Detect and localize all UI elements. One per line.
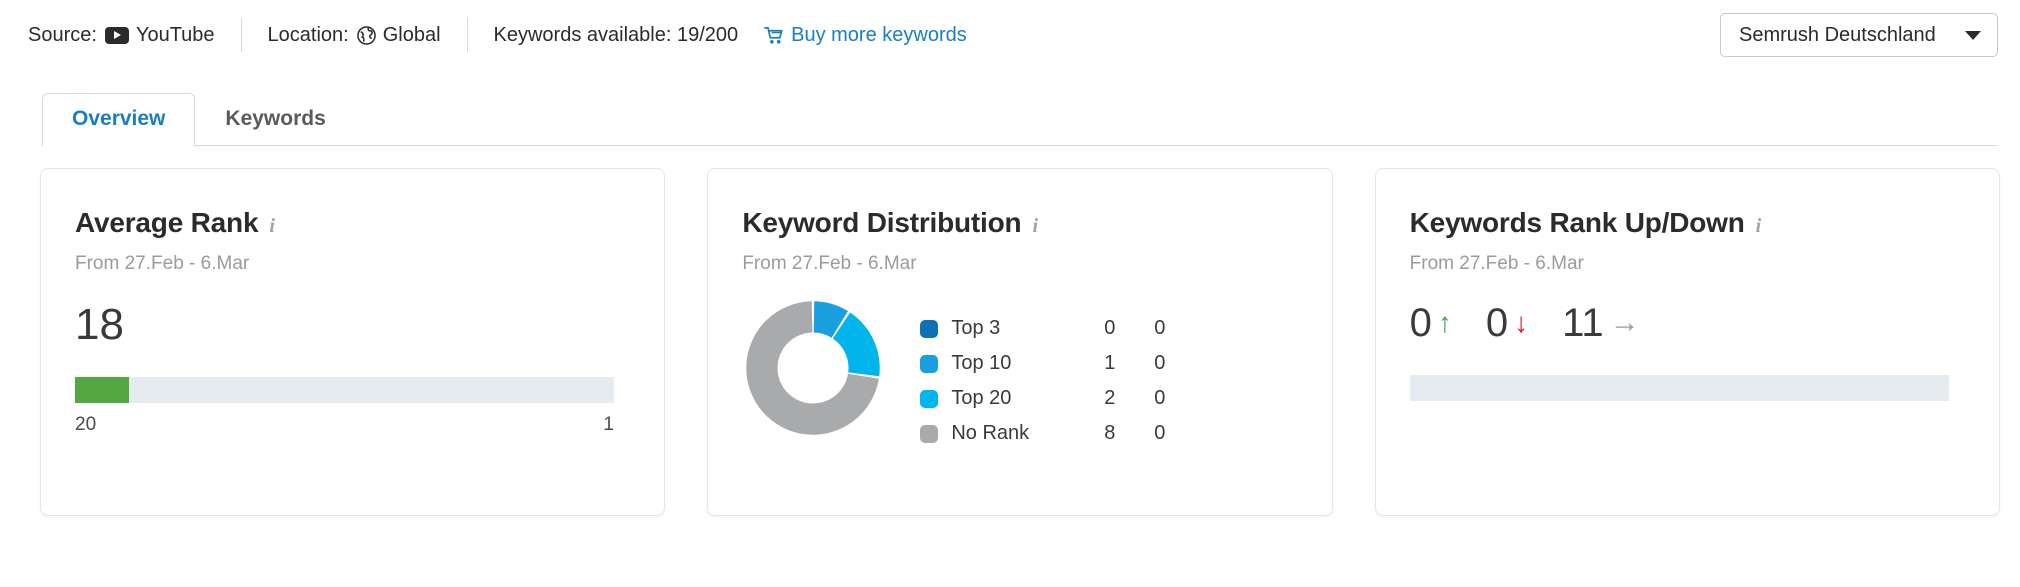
keyword-distribution-body: Top 3 0 0 Top 10 1 0 Top 20 2 0 No Rank … [742, 297, 1297, 451]
tabs-list: Overview Keywords [42, 93, 356, 147]
card-average-rank-title-label: Average Rank [75, 207, 259, 238]
card-keywords-rank-up-down-title: Keywords Rank Up/Down i [1410, 207, 1965, 239]
info-icon[interactable]: i [1756, 215, 1762, 238]
location-info: Location: Global [268, 24, 441, 47]
location-label: Location: [267, 23, 349, 46]
keywords-available: Keywords available: 19/200 [493, 23, 739, 46]
rank-down-group: 0 ↓ [1486, 303, 1528, 343]
average-rank-progress-bar [75, 377, 614, 403]
donut-legend: Top 3 0 0 Top 10 1 0 Top 20 2 0 No Rank … [920, 311, 1165, 451]
legend-delta-no-rank: 0 [1154, 422, 1166, 444]
legend-count-top-10: 1 [1104, 352, 1116, 374]
card-keyword-distribution-title: Keyword Distribution i [742, 207, 1297, 239]
info-icon[interactable]: i [269, 215, 275, 238]
legend-item[interactable]: No Rank 8 0 [920, 416, 1165, 451]
buy-more-keywords-label: Buy more keywords [791, 23, 967, 46]
card-average-rank-subtitle: From 27.Feb - 6.Mar [75, 253, 250, 274]
source-info: Source: YouTube [28, 24, 215, 47]
card-keyword-distribution: Keyword Distribution i From 27.Feb - 6.M… [707, 168, 1333, 516]
topbar: Source: YouTube Location: Global Keyword… [0, 0, 2020, 70]
cards-row: Average Rank i From 27.Feb - 6.Mar 18 20… [0, 146, 2020, 516]
rank-up-value: 0 [1409, 301, 1432, 345]
tab-overview-label: Overview [72, 107, 166, 130]
source-value: YouTube [135, 23, 215, 46]
rank-flat-group: 11 → [1562, 303, 1640, 343]
tab-overview[interactable]: Overview [42, 93, 196, 147]
tab-keywords[interactable]: Keywords [195, 93, 355, 146]
rank-up-down-values: 0 ↑ 0 ↓ 11 → [1410, 303, 1965, 343]
legend-swatch-top-20 [920, 389, 939, 408]
legend-count-no-rank: 8 [1104, 422, 1116, 444]
location-value: Global [382, 23, 441, 46]
tab-keywords-label: Keywords [225, 107, 326, 130]
legend-label-top-3: Top 3 [951, 317, 1001, 339]
legend-item[interactable]: Top 10 1 0 [920, 346, 1165, 381]
shopping-cart-icon [764, 26, 785, 45]
account-dropdown[interactable]: Semrush Deutschland [1720, 13, 1998, 57]
average-rank-scale-min: 20 [75, 414, 97, 435]
card-keywords-rank-up-down-subtitle: From 27.Feb - 6.Mar [1409, 253, 1584, 274]
rank-down-value: 0 [1485, 301, 1509, 345]
globe-icon [356, 25, 376, 45]
legend-swatch-top-3 [920, 319, 939, 338]
card-keyword-distribution-subtitle: From 27.Feb - 6.Mar [742, 253, 917, 274]
topbar-meta: Source: YouTube Location: Global Keyword… [28, 17, 967, 53]
rank-up-group: 0 ↑ [1410, 303, 1452, 343]
legend-swatch-top-10 [920, 354, 939, 373]
legend-label-top-20: Top 20 [951, 387, 1012, 409]
info-icon[interactable]: i [1032, 215, 1038, 238]
buy-more-keywords-link[interactable]: Buy more keywords [764, 24, 967, 47]
source-label: Source: [28, 23, 97, 46]
tabs-bar: Overview Keywords [42, 88, 1998, 147]
card-average-rank-title: Average Rank i [75, 207, 630, 239]
meta-divider-2 [466, 18, 468, 52]
arrow-right-icon: → [1609, 306, 1640, 339]
average-rank-scale-max: 1 [603, 414, 614, 435]
account-dropdown-value: Semrush Deutschland [1739, 23, 1936, 46]
card-keywords-rank-up-down: Keywords Rank Up/Down i From 27.Feb - 6.… [1374, 168, 2000, 516]
card-keyword-distribution-title-label: Keyword Distribution [742, 207, 1022, 238]
card-keywords-rank-up-down-title-label: Keywords Rank Up/Down [1409, 207, 1745, 238]
legend-item[interactable]: Top 3 0 0 [920, 311, 1165, 346]
rank-flat-value: 11 [1562, 301, 1604, 345]
legend-delta-top-20: 0 [1154, 387, 1166, 409]
arrow-down-icon: ↓ [1514, 307, 1529, 338]
legend-label-no-rank: No Rank [951, 422, 1030, 444]
average-rank-scale: 20 1 [75, 414, 614, 436]
legend-swatch-no-rank [920, 424, 939, 443]
legend-item[interactable]: Top 20 2 0 [920, 381, 1165, 416]
rank-up-down-progress-bar [1409, 375, 1949, 401]
donut-chart [746, 301, 881, 435]
meta-divider-1 [240, 18, 242, 52]
legend-count-top-3: 0 [1104, 317, 1116, 339]
youtube-icon [104, 26, 129, 44]
legend-delta-top-10: 0 [1154, 352, 1166, 374]
average-rank-progress-fill [75, 377, 129, 403]
average-rank-value: 18 [75, 300, 124, 349]
chevron-down-icon [1965, 30, 1981, 40]
legend-count-top-20: 2 [1104, 387, 1116, 409]
card-average-rank: Average Rank i From 27.Feb - 6.Mar 18 20… [40, 168, 666, 516]
legend-label-top-10: Top 10 [951, 352, 1012, 374]
arrow-up-icon: ↑ [1437, 307, 1452, 338]
legend-delta-top-3: 0 [1154, 317, 1166, 339]
